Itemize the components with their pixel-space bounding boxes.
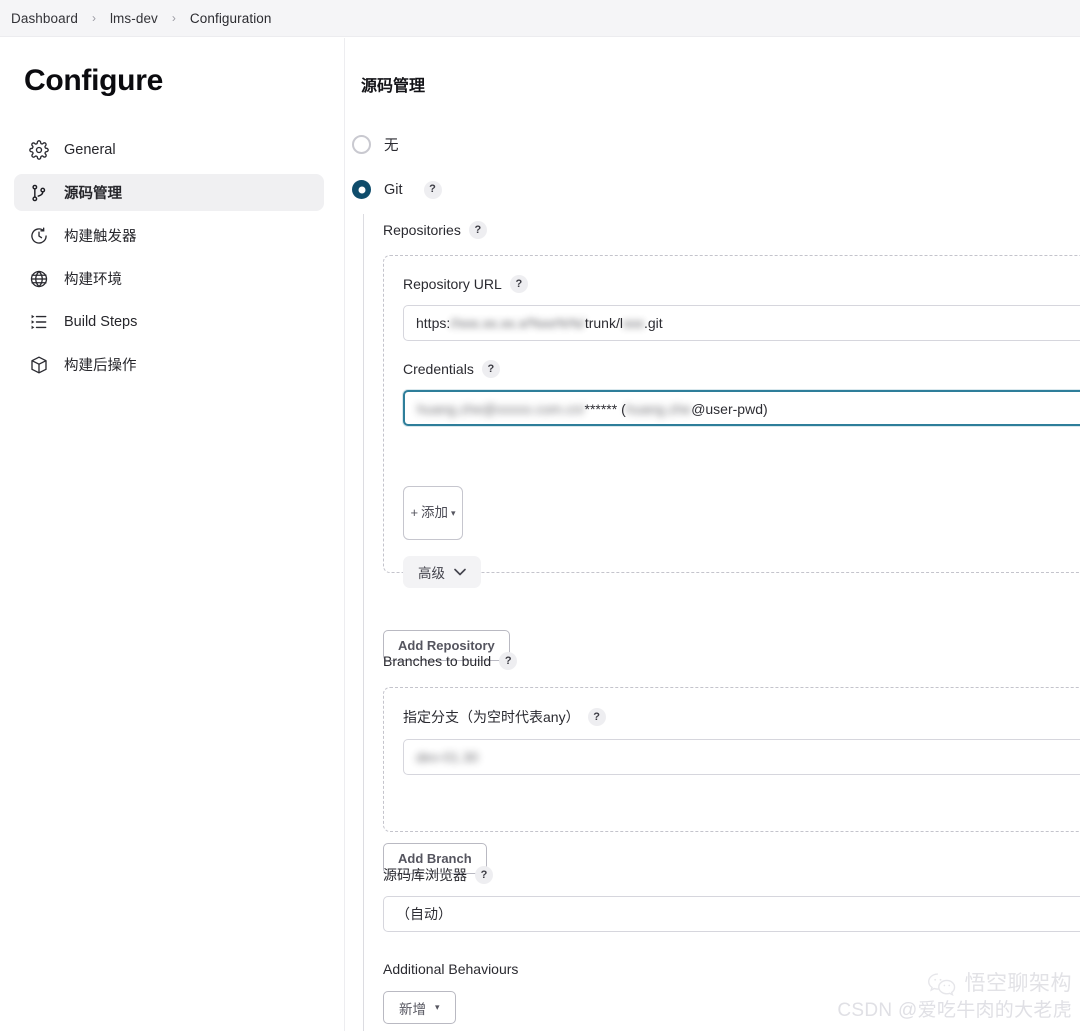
- repositories-label: Repositories: [383, 222, 461, 238]
- branch-entry-box: 指定分支（为空时代表any） ? dev-01.30: [383, 687, 1080, 832]
- main-content: 源码管理 无 Git ? Repositories ? Repository U…: [346, 38, 1080, 1031]
- breadcrumb-separator: ›: [91, 11, 96, 25]
- branches-to-build-label-row: Branches to build ?: [383, 652, 518, 670]
- configure-page: Dashboard › lms-dev › Configuration Conf…: [0, 0, 1080, 1031]
- list-icon: [28, 311, 50, 333]
- advanced-button[interactable]: 高级: [403, 556, 481, 588]
- repository-entry-box: Repository URL ? https://xxx.xx.xx.x/%xx…: [383, 255, 1080, 588]
- advanced-label: 高级: [418, 566, 445, 581]
- credentials-value-redacted-2: huang.zhe: [625, 401, 692, 417]
- help-icon-repositories[interactable]: ?: [468, 221, 487, 239]
- repository-url-input[interactable]: https://xxx.xx.xx.x/%xx%%/trunk/lxxx.git: [403, 305, 1080, 341]
- breadcrumb-item-dashboard[interactable]: Dashboard: [9, 11, 80, 26]
- sidebar-nav: General 源码管理 构建触发器 构建环境 Build Steps 构建后操…: [14, 131, 324, 389]
- branch-specifier-label-row: 指定分支（为空时代表any） ?: [403, 707, 606, 727]
- sidebar-item-label: 构建后操作: [64, 358, 137, 374]
- sidebar-item-source-code-management[interactable]: 源码管理: [14, 174, 324, 211]
- source-browser-label-row: 源码库浏览器 ?: [383, 865, 493, 885]
- caret-down-icon: ▾: [451, 507, 456, 518]
- credentials-label: Credentials: [403, 361, 474, 377]
- repository-url-label-row: Repository URL ?: [403, 275, 528, 293]
- breadcrumb-item-job[interactable]: lms-dev: [108, 11, 160, 26]
- breadcrumb-item-configuration[interactable]: Configuration: [188, 11, 274, 26]
- branches-to-build-label: Branches to build: [383, 653, 492, 669]
- repository-url-value-suffix: .git: [643, 315, 663, 331]
- section-title: 源码管理: [361, 78, 426, 95]
- help-icon-git[interactable]: ?: [423, 180, 442, 199]
- sidebar-item-label: 构建触发器: [64, 229, 137, 245]
- scm-option-none[interactable]: 无: [352, 134, 399, 155]
- repositories-label-row: Repositories ?: [383, 221, 487, 239]
- caret-down-icon: ▾: [435, 1002, 440, 1012]
- add-credential-button[interactable]: + 添加 ▾: [403, 486, 463, 540]
- sidebar-item-label: Build Steps: [64, 313, 138, 330]
- gear-icon: [28, 139, 50, 161]
- sidebar-item-build-triggers[interactable]: 构建触发器: [14, 217, 324, 254]
- scm-option-label: Git: [384, 181, 403, 198]
- sidebar-item-post-build-actions[interactable]: 构建后操作: [14, 346, 324, 383]
- additional-behaviours-add-button[interactable]: 新增 ▾: [383, 991, 456, 1024]
- sidebar-item-label: 构建环境: [64, 272, 122, 288]
- help-icon-source-browser[interactable]: ?: [475, 866, 493, 884]
- add-credential-label: 添加: [421, 505, 449, 521]
- help-icon-repository-url[interactable]: ?: [509, 275, 528, 293]
- plus-icon: +: [410, 504, 419, 520]
- sidebar-item-label: General: [64, 141, 116, 158]
- credentials-select[interactable]: huang.zhe@xxxxx.com.cn/****** (huang.zhe…: [403, 390, 1080, 426]
- additional-behaviours-label: Additional Behaviours: [383, 961, 519, 977]
- branch-specifier-input[interactable]: dev-01.30: [403, 739, 1080, 775]
- help-icon-branch-specifier[interactable]: ?: [587, 708, 606, 726]
- sidebar-item-build-environment[interactable]: 构建环境: [14, 260, 324, 297]
- repository-url-value-redacted-2: xxx: [622, 315, 644, 331]
- sidebar: Configure General 源码管理 构建触发器 构建环境 Build …: [0, 38, 345, 1031]
- chevron-down-icon: [454, 565, 466, 579]
- credentials-value-suffix: @user-pwd): [691, 401, 768, 417]
- credentials-label-row: Credentials ?: [403, 360, 500, 378]
- repository-url-label: Repository URL: [403, 276, 502, 292]
- help-icon-credentials[interactable]: ?: [481, 360, 500, 378]
- branch-specifier-value-redacted: dev-01.30: [416, 749, 479, 765]
- radio-git[interactable]: [352, 180, 371, 199]
- sidebar-item-build-steps[interactable]: Build Steps: [14, 303, 324, 340]
- sidebar-item-label: 源码管理: [64, 186, 122, 202]
- additional-add-label: 新增: [399, 1001, 426, 1017]
- page-title: Configure: [24, 64, 163, 97]
- git-section-guideline: [363, 214, 364, 1031]
- source-browser-select[interactable]: （自动）: [383, 896, 1080, 932]
- scm-option-git[interactable]: Git ?: [352, 180, 442, 199]
- box-icon: [28, 354, 50, 376]
- git-branch-icon: [28, 182, 50, 204]
- breadcrumb: Dashboard › lms-dev › Configuration: [0, 0, 1080, 37]
- repository-url-value-mid: trunk/l: [584, 315, 623, 331]
- repository-url-value-redacted: //xxx.xx.xx.x/%xx%%/: [450, 315, 585, 331]
- radio-none[interactable]: [352, 135, 371, 154]
- credentials-value-redacted: huang.zhe@xxxxx.com.cn/: [417, 401, 585, 417]
- clock-icon: [28, 225, 50, 247]
- breadcrumb-separator: ›: [171, 11, 176, 25]
- repository-url-value-prefix: https:: [416, 315, 451, 331]
- credentials-value-mask: ******: [584, 401, 618, 417]
- help-icon-branches[interactable]: ?: [499, 652, 518, 670]
- sidebar-item-general[interactable]: General: [14, 131, 324, 168]
- scm-option-label: 无: [384, 138, 399, 154]
- globe-icon: [28, 268, 50, 290]
- branch-specifier-label: 指定分支（为空时代表any）: [403, 709, 580, 725]
- source-browser-label: 源码库浏览器: [383, 867, 467, 883]
